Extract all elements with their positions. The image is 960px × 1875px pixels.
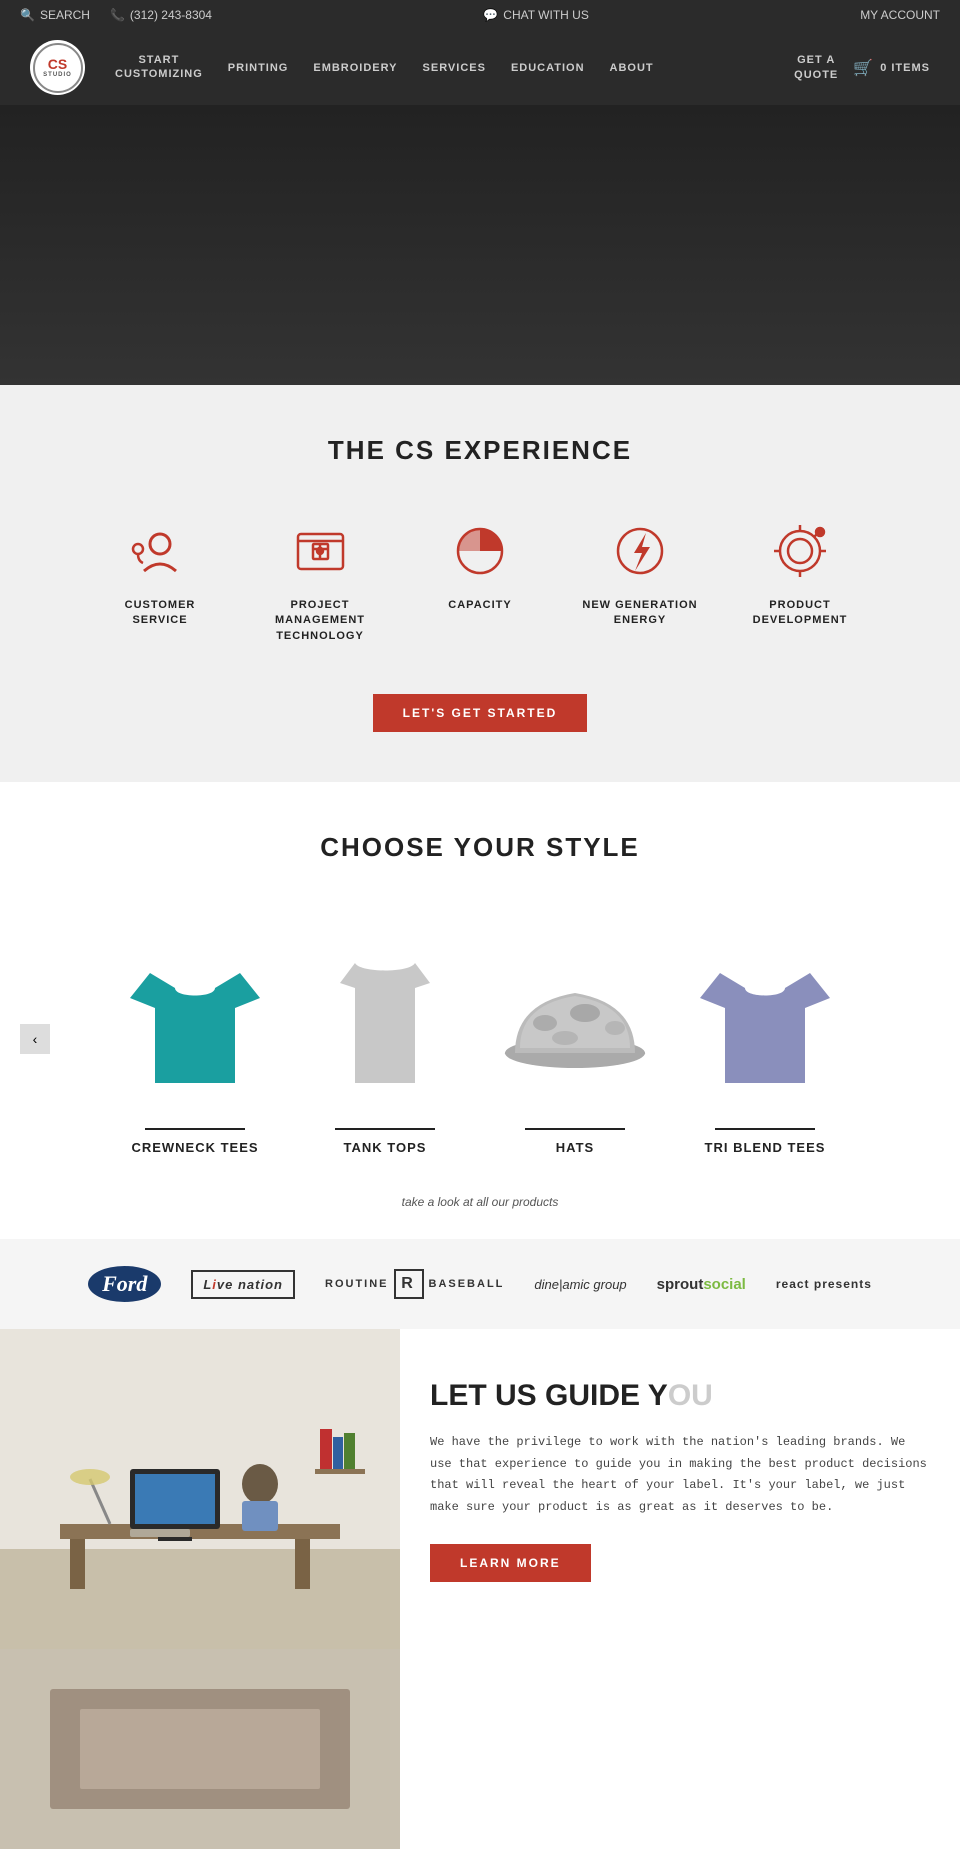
cart-button[interactable]: 🛒 0 ITEMS	[853, 58, 930, 78]
crewneck-label: CREWNECK TEES	[131, 1140, 258, 1155]
nav-right: GET A QUOTE 🛒 0 ITEMS	[794, 53, 930, 82]
phone-number: 📞 (312) 243-8304	[110, 8, 212, 22]
crewneck-image	[105, 933, 285, 1113]
exp-product-dev[interactable]: PRODUCTDEVELOPMENT	[720, 506, 880, 654]
tank-image	[295, 933, 475, 1113]
main-navigation: START CUSTOMIZING PRINTING EMBROIDERY SE…	[115, 53, 930, 82]
project-mgmt-label: PROJECTMANAGEMENTTECHNOLOGY	[275, 598, 365, 644]
chat-icon: 💬	[483, 8, 498, 22]
chat-button[interactable]: 💬 CHAT WITH US	[483, 8, 589, 22]
hats-image	[485, 933, 665, 1113]
sproutsocial-logo: sproutsocial	[657, 1264, 746, 1304]
guide-text: LET US GUIDE YOU We have the privilege t…	[400, 1329, 960, 1649]
products-grid: CREWNECK TEES TANK TOPS	[105, 933, 855, 1155]
triblend-label: TRI BLEND TEES	[705, 1140, 826, 1155]
product-tank[interactable]: TANK TOPS	[295, 933, 475, 1155]
product-triblend[interactable]: TRI BLEND TEES	[675, 933, 855, 1155]
phone-text: (312) 243-8304	[130, 8, 212, 22]
guide-section: LET US GUIDE YOU We have the privilege t…	[0, 1329, 960, 1649]
search-label: SEARCH	[40, 8, 90, 22]
account-button[interactable]: MY ACCOUNT	[860, 8, 940, 22]
hats-label: HATS	[556, 1140, 594, 1155]
search-icon: 🔍	[20, 8, 35, 22]
exp-project-management[interactable]: PROJECTMANAGEMENTTECHNOLOGY	[240, 506, 400, 654]
hero-section	[0, 105, 960, 385]
brands-section: Ford Live nation ROUTINE R BASEBALL dine…	[0, 1239, 960, 1329]
chat-label: CHAT WITH US	[503, 8, 589, 22]
style-title: CHOOSE YOUR STYLE	[20, 832, 940, 863]
capacity-label: CAPACITY	[448, 598, 511, 613]
product-crewneck[interactable]: CREWNECK TEES	[105, 933, 285, 1155]
search-button[interactable]: 🔍 SEARCH	[20, 8, 90, 22]
product-dev-icon	[765, 516, 835, 586]
bottom-image	[0, 1649, 400, 1849]
product-dev-label: PRODUCTDEVELOPMENT	[753, 598, 848, 629]
guide-body: We have the privilege to work with the n…	[430, 1432, 930, 1518]
nav-services[interactable]: SERVICES	[423, 62, 486, 74]
tank-label: TANK TOPS	[344, 1140, 427, 1155]
ford-logo: Ford	[88, 1264, 161, 1304]
get-quote-button[interactable]: GET A QUOTE	[794, 53, 838, 82]
experience-icons: CUSTOMERSERVICE PROJECTMANAGEMENTTECHNOL…	[30, 506, 930, 654]
nav-start-customizing[interactable]: START CUSTOMIZING	[115, 54, 203, 80]
nav-bar: CS STUDIO START CUSTOMIZING PRINTING EMB…	[0, 30, 960, 105]
guide-cta-button[interactable]: LEARN MORE	[430, 1544, 591, 1582]
live-nation-logo: Live nation	[191, 1264, 295, 1304]
bottom-section	[0, 1649, 960, 1849]
nav-about[interactable]: ABOUT	[610, 62, 654, 74]
energy-label: NEW GENERATIONENERGY	[582, 598, 697, 629]
carousel-prev-button[interactable]: ‹	[20, 1024, 50, 1054]
site-logo[interactable]: CS STUDIO	[30, 40, 85, 95]
choose-style-section: CHOOSE YOUR STYLE ‹ CREWNECK TEES	[0, 782, 960, 1239]
experience-title: THE CS EXPERIENCE	[30, 435, 930, 466]
exp-capacity[interactable]: CAPACITY	[400, 506, 560, 654]
routine-baseball-logo: ROUTINE R BASEBALL	[325, 1264, 504, 1304]
product-hats[interactable]: HATS	[485, 933, 665, 1155]
customer-service-icon	[125, 516, 195, 586]
product-divider	[145, 1128, 245, 1130]
react-presents-logo: react presents	[776, 1264, 872, 1304]
account-label: MY ACCOUNT	[860, 8, 940, 22]
phone-icon: 📞	[110, 8, 125, 22]
guide-image	[0, 1329, 400, 1649]
product-divider	[525, 1128, 625, 1130]
nav-printing[interactable]: PRINTING	[228, 62, 289, 74]
guide-title: LET US GUIDE YOU	[430, 1379, 930, 1412]
lets-get-started-button[interactable]: LET'S GET STARTED	[373, 694, 588, 732]
nav-embroidery[interactable]: EMBROIDERY	[313, 62, 397, 74]
top-bar-left: 🔍 SEARCH 📞 (312) 243-8304	[20, 8, 212, 22]
nav-education[interactable]: EDUCATION	[511, 62, 585, 74]
cart-icon: 🛒	[853, 58, 874, 78]
top-bar: 🔍 SEARCH 📞 (312) 243-8304 💬 CHAT WITH US…	[0, 0, 960, 30]
energy-icon	[605, 516, 675, 586]
product-divider	[335, 1128, 435, 1130]
project-mgmt-icon	[285, 516, 355, 586]
logo-inner: CS STUDIO	[33, 43, 83, 93]
view-all-products[interactable]: take a look at all our products	[20, 1195, 940, 1209]
cart-count: 0 ITEMS	[880, 62, 930, 74]
office-image	[0, 1329, 400, 1649]
guide-cta: LEARN MORE	[430, 1544, 930, 1582]
exp-energy[interactable]: NEW GENERATIONENERGY	[560, 506, 720, 654]
customer-service-label: CUSTOMERSERVICE	[125, 598, 196, 629]
triblend-image	[675, 933, 855, 1113]
exp-customer-service[interactable]: CUSTOMERSERVICE	[80, 506, 240, 654]
dinamic-group-logo: dine|amic group	[534, 1264, 626, 1304]
capacity-icon	[445, 516, 515, 586]
experience-section: THE CS EXPERIENCE CUSTOMERSERVICE	[0, 385, 960, 782]
product-divider	[715, 1128, 815, 1130]
